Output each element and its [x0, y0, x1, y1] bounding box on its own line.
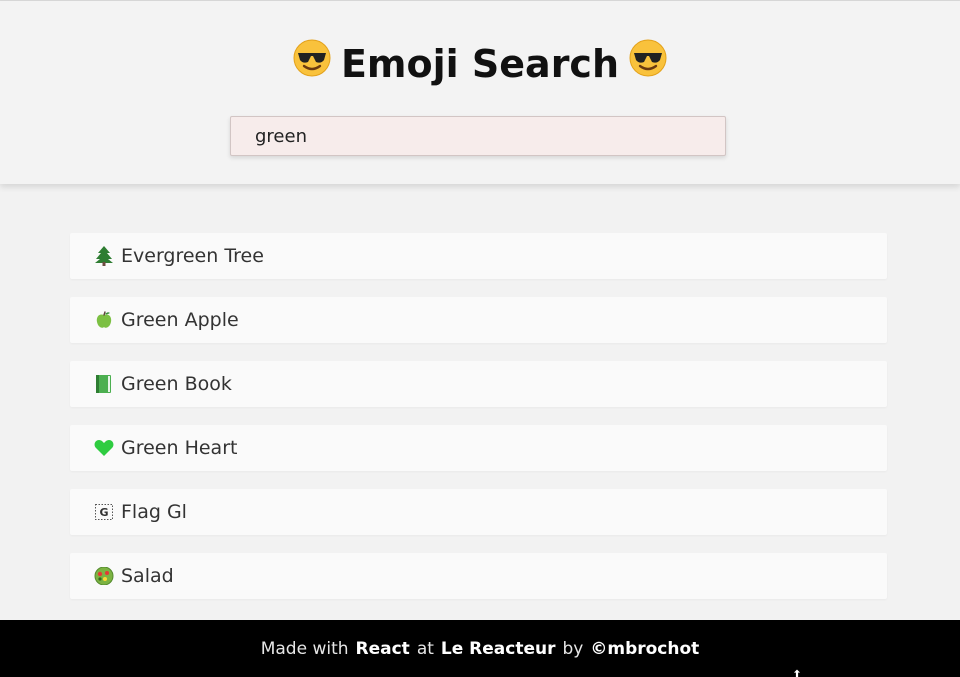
list-item[interactable]: Salad	[70, 553, 887, 599]
footer-le-reacteur-link[interactable]: Le Reacteur	[441, 639, 556, 659]
emoji-results-list: Evergreen Tree Green Apple Green Book Gr…	[70, 233, 887, 617]
list-item-label: Green Book	[121, 373, 232, 395]
svg-text:G: G	[99, 506, 108, 519]
salad-icon	[94, 566, 114, 586]
list-item[interactable]: Green Heart	[70, 425, 887, 471]
list-item[interactable]: Evergreen Tree	[70, 233, 887, 279]
footer-author-link[interactable]: ©mbrochot	[590, 639, 699, 659]
footer-react-link[interactable]: React	[356, 639, 410, 659]
app-footer: Made with React at Le Reacteur by ©mbrochot	[0, 620, 960, 677]
smiling-face-with-sunglasses-icon	[629, 39, 667, 89]
app-header: Emoji Search	[0, 1, 960, 184]
list-item-label: Green Apple	[121, 309, 239, 331]
list-item[interactable]: Green Apple	[70, 297, 887, 343]
footer-by: by	[562, 639, 584, 659]
page-title: Emoji Search	[0, 39, 960, 92]
search-input[interactable]	[230, 116, 726, 156]
evergreen-tree-icon	[94, 246, 114, 266]
list-item[interactable]: G Flag Gl	[70, 489, 887, 535]
app-window: Emoji Search Evergreen Tree	[0, 0, 960, 677]
footer-at: at	[416, 639, 434, 659]
green-heart-icon	[94, 438, 114, 458]
green-book-icon	[94, 374, 114, 394]
flag-gl-icon: G	[94, 502, 114, 522]
list-item-label: Evergreen Tree	[121, 245, 264, 267]
footer-made-with: Made with	[260, 639, 349, 659]
list-item-label: Green Heart	[121, 437, 238, 459]
list-item[interactable]: Green Book	[70, 361, 887, 407]
green-apple-icon	[94, 310, 114, 330]
list-item-label: Salad	[121, 565, 174, 587]
title-text: Emoji Search	[340, 42, 620, 86]
mouse-cursor-icon	[792, 669, 802, 677]
list-item-label: Flag Gl	[121, 501, 187, 523]
smiling-face-with-sunglasses-icon	[293, 39, 331, 89]
